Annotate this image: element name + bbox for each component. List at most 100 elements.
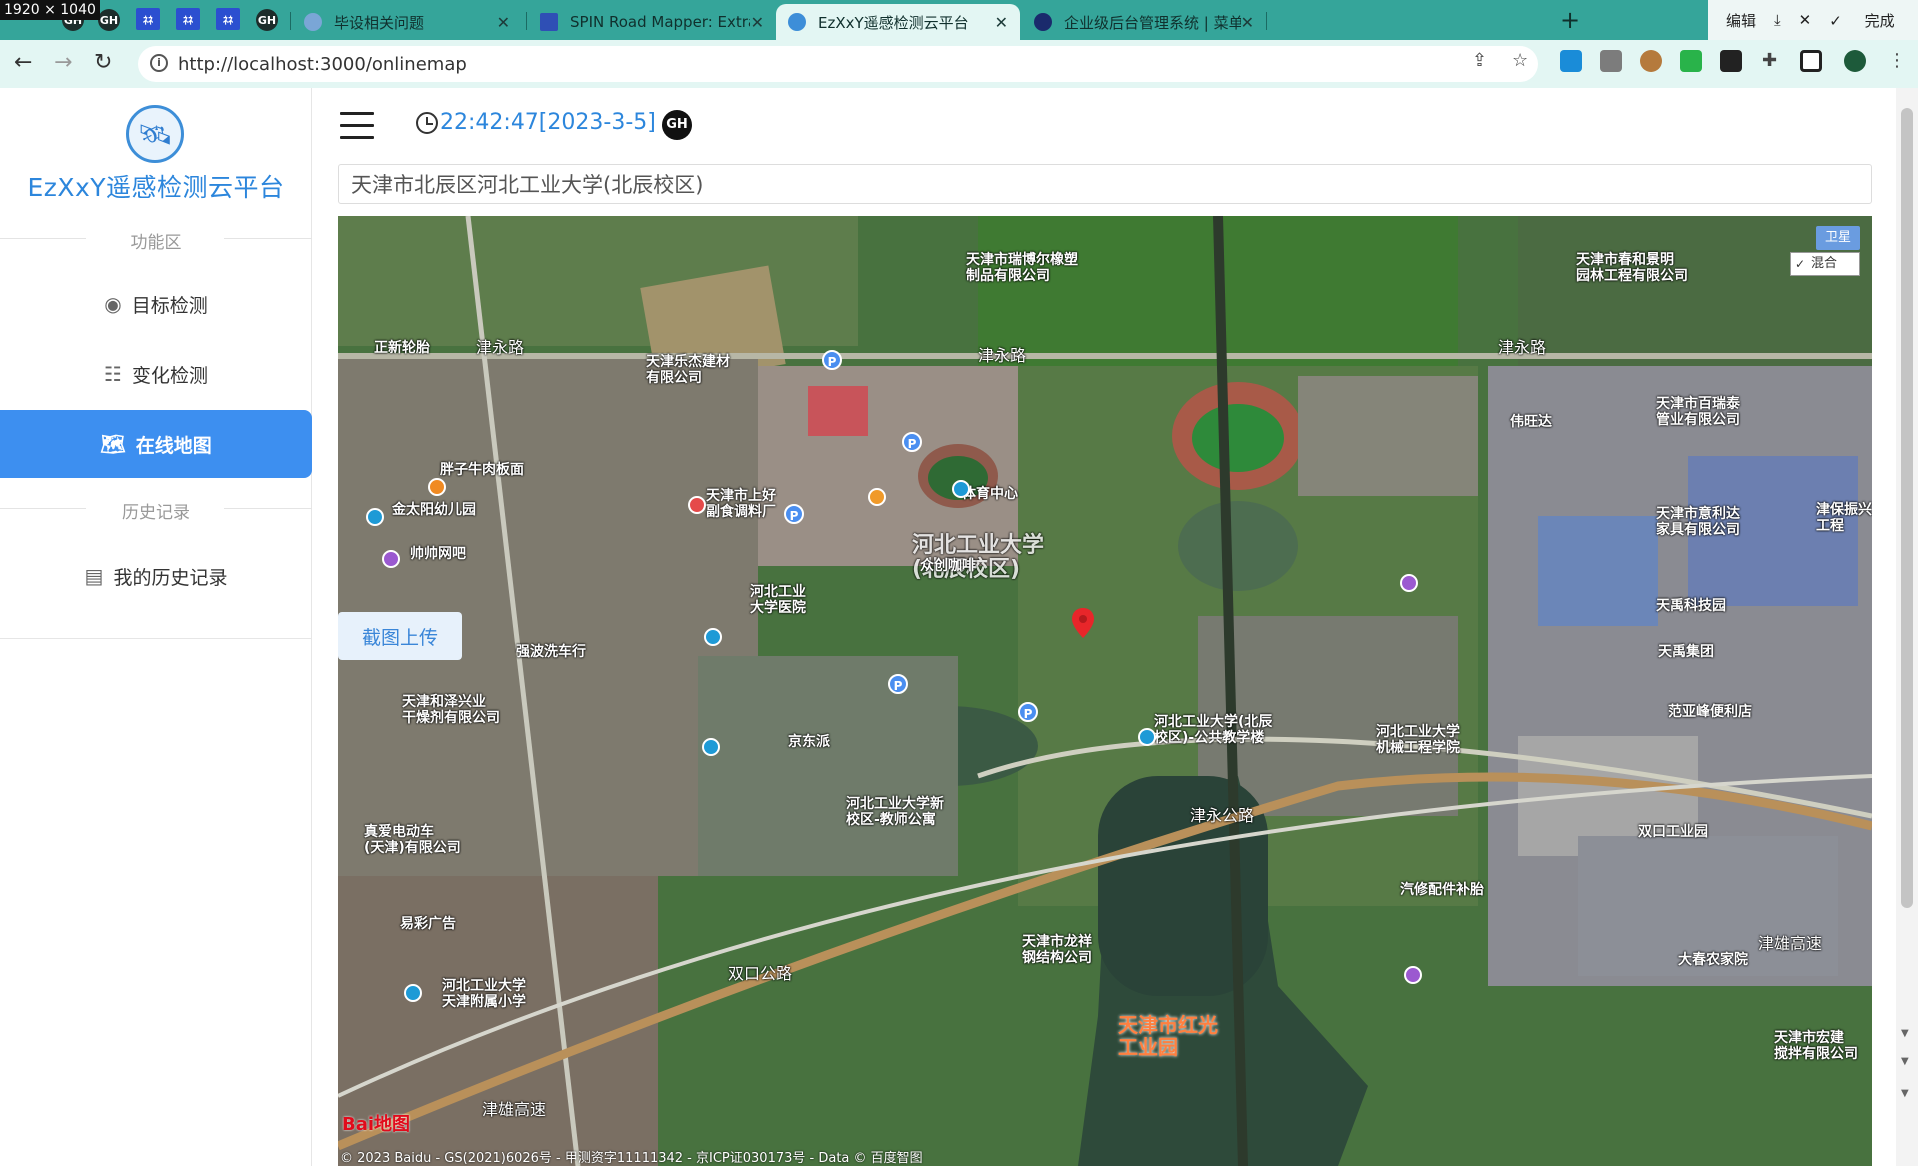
location-pin-icon	[1072, 608, 1094, 638]
delivery-poi-icon[interactable]	[702, 738, 720, 756]
parking-icon[interactable]: P	[888, 674, 908, 694]
tab-title: EzXxY遥感检测云平台	[818, 13, 969, 32]
satellite-map[interactable]: 河北工业大学 (北辰校区) 津永路 津永路 津永路 体育中心 众创咖啡 河北工业…	[338, 216, 1872, 1166]
section-divider-function: 功能区	[0, 228, 312, 253]
tab-admin[interactable]: 企业级后台管理系统 | 菜单管理 ✕	[1022, 4, 1266, 40]
sidebar-item-label: 我的历史记录	[113, 566, 228, 589]
map-type-control: 卫星 混合	[1790, 226, 1860, 278]
map-label-poi: 天津市瑞博尔橡塑 制品有限公司	[966, 252, 1078, 284]
map-type-hybrid-checkbox[interactable]: 混合	[1790, 252, 1860, 276]
share-icon[interactable]: ⇪	[1472, 50, 1487, 71]
tab-ezxxy[interactable]: EzXxY遥感检测云平台 ✕	[776, 4, 1020, 40]
edit-button[interactable]: 编辑	[1726, 10, 1756, 31]
parking-icon[interactable]: P	[902, 432, 922, 452]
close-icon[interactable]: ✕	[497, 13, 510, 32]
map-label-poi: 天津市百瑞泰 管业有限公司	[1656, 396, 1740, 428]
map-label-poi: 众创咖啡	[920, 558, 976, 574]
sports-poi-icon[interactable]	[952, 480, 970, 498]
map-label-poi: 天津市春和景明 园林工程有限公司	[1576, 252, 1688, 284]
section-label-history: 历史记录	[122, 503, 190, 523]
target-icon: ◉	[104, 292, 122, 316]
forward-arrow-icon[interactable]: →	[54, 50, 72, 75]
history-icon: ▤	[84, 564, 104, 588]
tab-separator	[1266, 12, 1267, 30]
reload-icon[interactable]: ↻	[94, 50, 112, 75]
close-icon[interactable]: ✕	[1799, 11, 1812, 29]
extension-icon[interactable]	[1560, 50, 1582, 72]
coffee-poi-icon[interactable]	[868, 488, 886, 506]
entertainment-poi-icon[interactable]	[382, 550, 400, 568]
tab-spin[interactable]: SPIN Road Mapper: Extracting ✕	[528, 4, 776, 40]
sidebar-item-online-map[interactable]: 🗺 在线地图	[0, 410, 312, 478]
entertainment-poi-icon[interactable]	[1404, 966, 1422, 984]
browser-tab-bar: 1920 × 1040 GH GH ﾈﾈ ﾈﾈ ﾈﾈ GH 毕设相关问题 ✕ S…	[0, 0, 1918, 40]
screen-size-label: 1920 × 1040	[0, 0, 100, 20]
hospital-poi-icon[interactable]	[688, 496, 706, 514]
parking-icon[interactable]: P	[784, 504, 804, 524]
bookmark-star-icon[interactable]: ☆	[1512, 50, 1528, 71]
map-label-poi: 天津市意利达 家具有限公司	[1656, 506, 1740, 538]
sidebar-divider	[0, 638, 312, 639]
new-tab-plus-icon[interactable]: +	[1560, 6, 1580, 34]
back-arrow-icon[interactable]: ←	[14, 50, 32, 75]
map-label-poi: 河北工业大学(北辰 校区)-公共教学楼	[1154, 714, 1273, 746]
puzzle-extensions-icon[interactable]: ✚	[1762, 50, 1777, 71]
close-icon[interactable]: ✕	[995, 13, 1008, 32]
sidebar-toggle-icon[interactable]	[1800, 50, 1822, 72]
map-label-industrial-park: 天津市红光 工业园	[1118, 1013, 1218, 1059]
url-bar[interactable]: i http://localhost:3000/onlinemap	[138, 46, 1538, 82]
pinned-tab-icon-2[interactable]: ﾈﾈ	[176, 8, 200, 30]
menu-toggle-icon[interactable]	[340, 112, 374, 140]
screenshot-upload-button[interactable]: 截图上传	[338, 612, 462, 660]
map-label-poi: 津保振兴 工程	[1816, 502, 1872, 534]
sidebar: 🛰 EzXxY遥感检测云平台 功能区 ◉ 目标检测 ☷ 变化检测 🗺 在线地图 …	[0, 88, 312, 1166]
done-button[interactable]: ✓ 完成	[1829, 10, 1894, 31]
tab-separator	[290, 12, 291, 30]
tab-title: 企业级后台管理系统 | 菜单管理	[1064, 13, 1241, 32]
extension-icon-2[interactable]	[1600, 50, 1622, 72]
page-scrollbar[interactable]: ▼ ▼ ▼	[1896, 88, 1918, 1166]
parking-icon[interactable]: P	[1018, 702, 1038, 722]
map-label-poi: 天津和泽兴业 干燥剂有限公司	[402, 694, 500, 726]
sidebar-item-target-detection[interactable]: ◉ 目标检测	[0, 270, 312, 338]
url-text: http://localhost:3000/onlinemap	[178, 53, 467, 75]
pinned-tab-icon[interactable]: ﾈﾈ	[136, 8, 160, 30]
sidebar-item-label: 目标检测	[131, 294, 208, 317]
screenshot-toolbar: 编辑 ⤓ ✕ ✓ 完成	[1708, 0, 1918, 40]
parking-icon[interactable]: P	[822, 350, 842, 370]
download-icon[interactable]: ⤓	[1774, 11, 1781, 29]
sidebar-item-my-history[interactable]: ▤ 我的历史记录	[0, 542, 312, 610]
scrollbar-thumb[interactable]	[1901, 108, 1913, 908]
restaurant-poi-icon[interactable]	[428, 478, 446, 496]
close-icon[interactable]: ✕	[751, 13, 764, 32]
tab-thesis[interactable]: 毕设相关问题 ✕	[292, 4, 522, 40]
map-label-poi: 河北工业 大学医院	[750, 584, 806, 616]
info-icon[interactable]: i	[150, 54, 168, 72]
map-label-poi: 帅帅网吧	[410, 546, 466, 562]
scroll-down-arrow-icon[interactable]: ▼	[1901, 1088, 1909, 1099]
location-search-input[interactable]	[338, 164, 1872, 204]
tab-title: 毕设相关问题	[334, 13, 425, 32]
shop-poi-icon[interactable]	[1400, 574, 1418, 592]
car-wash-poi-icon[interactable]	[704, 628, 722, 646]
cookie-extension-icon[interactable]	[1640, 50, 1662, 72]
avatar[interactable]	[1844, 50, 1866, 72]
map-type-satellite[interactable]: 卫星	[1816, 226, 1860, 250]
school-poi-icon[interactable]	[366, 508, 384, 526]
github-icon[interactable]: GH	[662, 110, 692, 140]
close-icon[interactable]: ✕	[1241, 13, 1254, 32]
more-menu-icon[interactable]: ⋮	[1888, 50, 1906, 71]
school-poi-icon[interactable]	[1138, 728, 1156, 746]
github-pinned-tab-icon-2[interactable]: GH	[98, 9, 120, 31]
sidebar-item-change-detection[interactable]: ☷ 变化检测	[0, 340, 312, 408]
school-poi-icon[interactable]	[404, 984, 422, 1002]
github-pinned-tab-icon-3[interactable]: GH	[256, 9, 278, 31]
map-label-poi: 河北工业大学 机械工程学院	[1376, 724, 1460, 756]
map-label-poi: 易彩广告	[400, 916, 456, 932]
scroll-down-arrow-icon[interactable]: ▼	[1901, 1028, 1909, 1039]
pinned-tab-icon-3[interactable]: ﾈﾈ	[216, 8, 240, 30]
extension-icon-4[interactable]	[1720, 50, 1742, 72]
extension-icon-3[interactable]	[1680, 50, 1702, 72]
section-label-function: 功能区	[130, 233, 182, 253]
scroll-down-arrow-icon[interactable]: ▼	[1901, 1056, 1909, 1067]
